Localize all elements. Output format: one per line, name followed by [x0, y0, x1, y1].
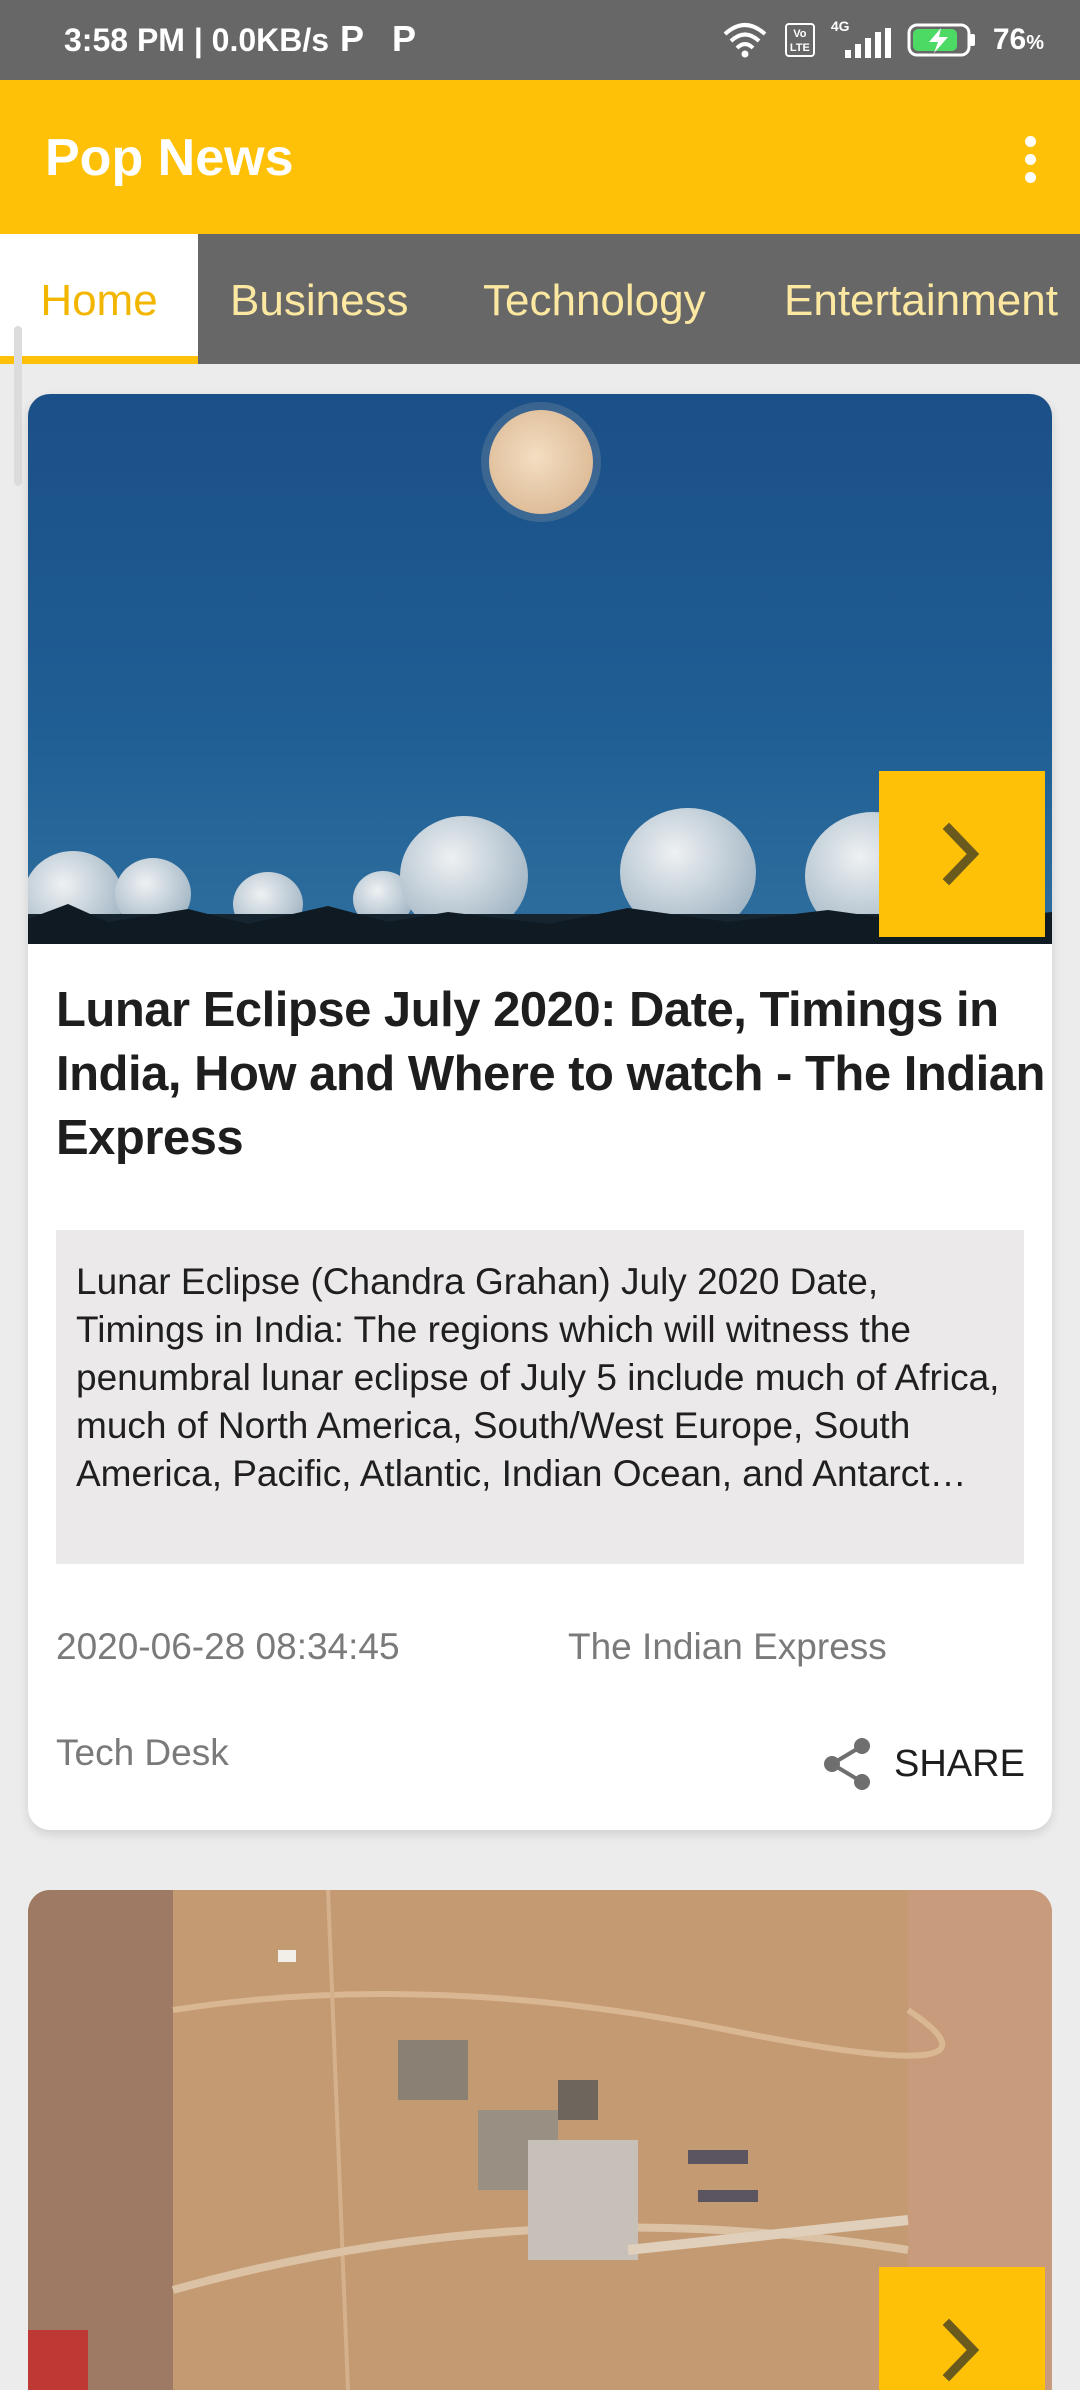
- scroll-indicator: [14, 326, 22, 486]
- app-bar: Pop News: [0, 80, 1080, 234]
- battery-value: 76: [992, 23, 1027, 56]
- chevron-right-icon: [942, 822, 980, 886]
- signal-icon: 4G: [831, 18, 891, 58]
- article-author: Tech Desk: [56, 1732, 229, 1773]
- open-article-button[interactable]: [879, 2267, 1045, 2390]
- article-card[interactable]: Lunar Eclipse July 2020: Date, Timings i…: [28, 394, 1052, 1830]
- tab-technology[interactable]: Technology: [483, 234, 706, 364]
- battery-charging-icon: [907, 23, 975, 57]
- notification-p-icon: P: [340, 18, 365, 59]
- menu-dot: [1024, 153, 1036, 165]
- menu-dot: [1024, 135, 1036, 147]
- article-date: 2020-06-28 08:34:45: [56, 1626, 400, 1667]
- article-headline[interactable]: Lunar Eclipse July 2020: Date, Timings i…: [56, 978, 1046, 1170]
- tab-home[interactable]: Home: [0, 234, 198, 364]
- tab-indicator: [0, 356, 198, 364]
- wifi-icon: [723, 23, 767, 58]
- share-button[interactable]: SHARE: [820, 1734, 1025, 1794]
- chevron-right-icon: [942, 2318, 980, 2382]
- status-time: 3:58 PM | 0.0KB/s: [64, 22, 330, 58]
- article-source: The Indian Express: [568, 1626, 887, 1667]
- menu-dot: [1024, 171, 1036, 183]
- notification-p-icon: P: [392, 18, 417, 59]
- battery-unit: %: [1026, 32, 1044, 54]
- overflow-menu-icon[interactable]: [1000, 124, 1060, 194]
- tab-business[interactable]: Business: [230, 234, 409, 364]
- volte-label: Vo LTE: [789, 28, 810, 54]
- status-right-group: Vo LTE 4G 76%: [721, 18, 1044, 62]
- volte-icon: Vo LTE: [784, 23, 815, 57]
- open-article-button[interactable]: [879, 771, 1045, 937]
- battery-level: 76%: [993, 23, 1044, 57]
- article-card[interactable]: [28, 1890, 1052, 2390]
- tab-entertainment[interactable]: Entertainment: [784, 234, 1058, 364]
- category-tabs: Home Business Technology Entertainment: [0, 234, 1080, 364]
- share-icon: [824, 1738, 870, 1790]
- status-bar: 3:58 PM | 0.0KB/s P P Vo LTE 4G 76%: [0, 0, 1080, 80]
- share-label: SHARE: [894, 1742, 1025, 1785]
- article-description: Lunar Eclipse (Chandra Grahan) July 2020…: [56, 1230, 1024, 1564]
- app-title: Pop News: [45, 129, 294, 187]
